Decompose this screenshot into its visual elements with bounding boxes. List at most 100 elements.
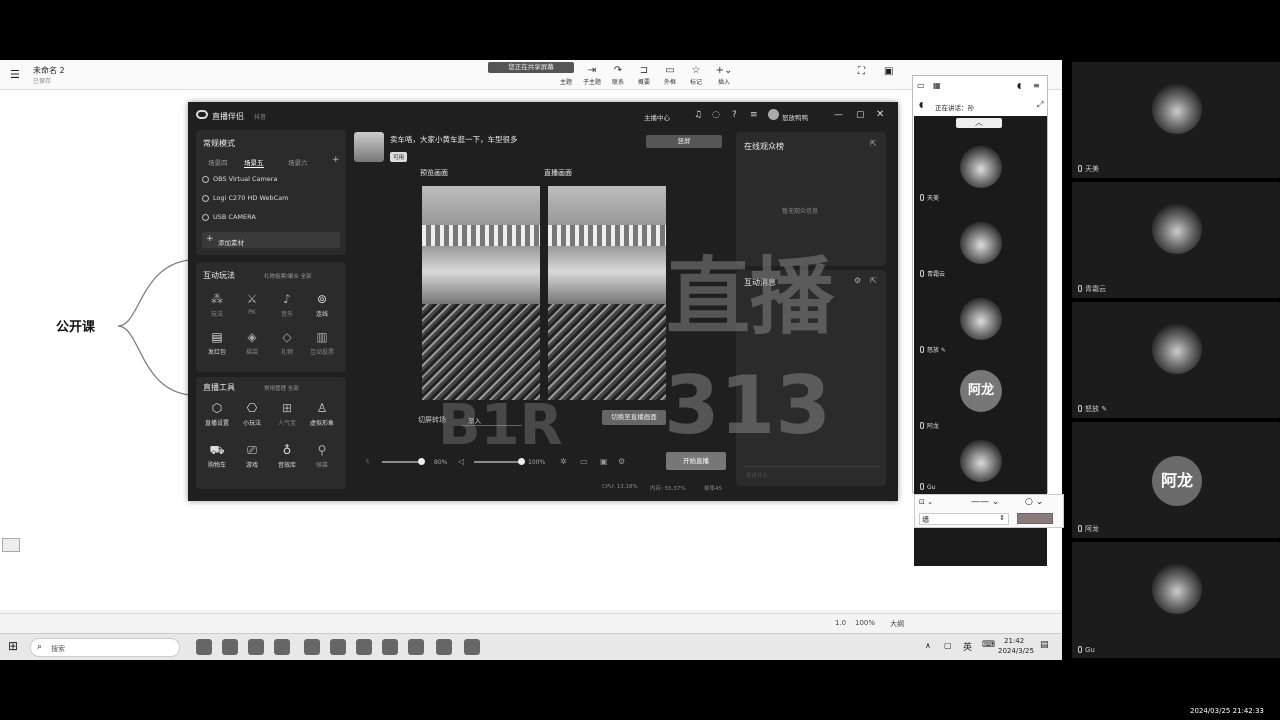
speaker-volume-handle[interactable] (518, 458, 525, 465)
interact-item[interactable]: ⁂ 玩法 (200, 292, 234, 318)
outline-toggle[interactable] (2, 538, 20, 552)
expand-icon[interactable]: ⇱ (870, 276, 877, 285)
notification-icon[interactable]: ▤ (1040, 640, 1049, 650)
scene-tab-1[interactable]: 场景四 (208, 157, 228, 167)
camera-icon[interactable]: ▣ (600, 457, 608, 466)
participant-tile[interactable]: 青霜云 (1072, 182, 1280, 298)
source-item[interactable]: Logi C270 HD WebCam (202, 194, 288, 202)
gallery-grid-icon[interactable]: ▦ (933, 81, 941, 90)
taskbar-app-10[interactable] (436, 639, 452, 655)
scroll-up-button[interactable]: ︿ (956, 118, 1002, 128)
layout-vertical-button[interactable]: 竖屏 (646, 135, 722, 148)
settings-gear-icon[interactable]: ⚙ (618, 457, 625, 466)
start-live-button[interactable]: 开始直播 (666, 452, 726, 470)
fullscreen-icon[interactable]: ⛶ (858, 66, 865, 77)
gallery-tile[interactable]: 阿龙 阿龙 (916, 358, 1044, 433)
mic-icon[interactable]: ♮ (366, 457, 369, 466)
share-banner[interactable]: 您正在共享屏幕 (488, 62, 574, 73)
gallery-tile[interactable]: 天美 (916, 130, 1044, 205)
interact-item[interactable]: ◇ 礼物 (270, 330, 304, 356)
speaker-volume-slider[interactable] (474, 461, 522, 463)
central-topic[interactable]: 公开课 (56, 316, 95, 335)
headset-icon[interactable]: ♫ (694, 110, 702, 120)
gallery-menu-icon[interactable]: ≡ (1033, 81, 1040, 90)
source-visible-icon[interactable] (202, 175, 209, 183)
taskbar-app-5[interactable] (304, 639, 320, 655)
toolbar-subtopic[interactable]: ⇥ 子主题 (580, 65, 604, 86)
participant-tile[interactable]: 天美 (1072, 62, 1280, 178)
source-item[interactable]: USB CAMERA (202, 213, 256, 221)
source-visible-icon[interactable] (202, 213, 209, 221)
color-picker[interactable] (1017, 513, 1053, 524)
tool-item[interactable]: ⊞ 人气宝 (270, 401, 304, 427)
chat-input[interactable]: 说点什么 (742, 466, 880, 480)
stream-cover[interactable] (354, 132, 384, 162)
interact-item[interactable]: ⊚ 连线 (305, 292, 339, 318)
source-item[interactable]: OBS Virtual Camera (202, 175, 277, 183)
live-screen[interactable] (548, 186, 666, 400)
interact-item[interactable]: ⚔ PK (235, 292, 269, 316)
user-avatar[interactable] (768, 109, 779, 120)
user-name[interactable]: 怒放鸭鸭 (782, 112, 808, 122)
tool-item[interactable]: ♙ 虚拟形象 (305, 401, 339, 427)
taskbar-app-9[interactable] (408, 639, 424, 655)
interact-item[interactable]: ◈ 福袋 (235, 330, 269, 356)
font-select[interactable]: 墙 ⇕ (919, 513, 1009, 525)
tray-chevron-icon[interactable]: ∧ (925, 641, 931, 650)
interact-panel-link[interactable]: 礼物投票/聚合 全部 (264, 272, 312, 280)
beauty-icon[interactable]: ✲ (560, 457, 567, 466)
network-icon[interactable]: ▢ (944, 641, 952, 650)
tool-item[interactable]: ⎚ 游戏 (235, 443, 269, 469)
gallery-tile[interactable]: 怒放 ✎ (916, 282, 1044, 357)
add-source-button[interactable]: + 添加素材 (202, 232, 340, 248)
taskbar-app-1[interactable] (196, 639, 212, 655)
maximize-icon[interactable]: ▢ (856, 110, 865, 120)
switch-to-live-button[interactable]: 切换至直播画面 (602, 410, 666, 425)
message-icon[interactable]: ◌ (712, 110, 720, 120)
gallery-expand-icon[interactable]: ⤢ (1037, 100, 1043, 110)
gallery-window-icon[interactable]: ▭ (917, 81, 925, 90)
participant-tile[interactable]: 怒放 ✎ (1072, 302, 1280, 418)
participant-tile[interactable]: Gu (1072, 542, 1280, 658)
taskbar-time[interactable]: 21:42 (1004, 637, 1024, 645)
tool-item[interactable]: ♁ 音效库 (270, 443, 304, 469)
tool-item[interactable]: ⚲ 弹幕 (305, 443, 339, 469)
screen-icon[interactable]: ▭ (580, 457, 588, 466)
gallery-tile[interactable]: 青霜云 (916, 206, 1044, 281)
transition-select[interactable]: 渐入 (462, 412, 522, 426)
menu-icon[interactable]: ☰ (10, 68, 20, 81)
tools-panel-link[interactable]: 常用管理 全部 (264, 384, 299, 392)
zoom-level[interactable]: 100% (855, 619, 875, 627)
scene-tab-3[interactable]: 场景六 (288, 157, 308, 167)
source-visible-icon[interactable] (202, 194, 209, 202)
speaker-icon[interactable]: ◁ (458, 457, 464, 466)
toolbar-relation[interactable]: ↷ 联系 (606, 65, 630, 86)
align-icon[interactable]: ⊡ ⌄ (919, 498, 933, 506)
menu-icon[interactable]: ≡ (750, 110, 758, 120)
mic-volume-handle[interactable] (418, 458, 425, 465)
taskbar-app-7[interactable] (356, 639, 372, 655)
tool-item[interactable]: ⬡ 直播设置 (200, 401, 234, 427)
interact-item[interactable]: ▥ 互动投票 (305, 330, 339, 356)
taskbar-app-3[interactable] (248, 639, 264, 655)
gallery-tile[interactable]: Gu (916, 434, 1044, 494)
help-icon[interactable]: ? (732, 110, 737, 120)
tool-item[interactable]: ⎔ 小玩法 (235, 401, 269, 427)
expand-icon[interactable]: ⇱ (870, 139, 877, 148)
toolbar-summary[interactable]: ⊐ 概要 (632, 65, 656, 86)
add-scene-icon[interactable]: + (332, 155, 340, 165)
toolbar-boundary[interactable]: ▭ 外框 (658, 65, 682, 86)
present-icon[interactable]: ▣ (884, 66, 893, 77)
line-style-icon[interactable]: —— ⌄ (971, 497, 999, 507)
taskbar-app-6[interactable] (330, 639, 346, 655)
line-end-icon[interactable]: ○ ⌄ (1025, 497, 1043, 507)
lang-indicator[interactable]: 英 (963, 640, 972, 653)
taskbar-search[interactable]: ⌕ 搜索 (30, 638, 180, 657)
toolbar-marker[interactable]: ☆ 标记 (684, 65, 708, 86)
gallery-mic-icon[interactable]: ◖ (1017, 81, 1021, 90)
ime-icon[interactable]: ⌨ (982, 640, 995, 650)
scene-tab-2[interactable]: 场景五 (244, 157, 264, 168)
tool-item[interactable]: ⛟ 购物车 (200, 443, 234, 469)
participant-tile[interactable]: 阿龙 阿龙 (1072, 422, 1280, 538)
taskbar-app-2[interactable] (222, 639, 238, 655)
